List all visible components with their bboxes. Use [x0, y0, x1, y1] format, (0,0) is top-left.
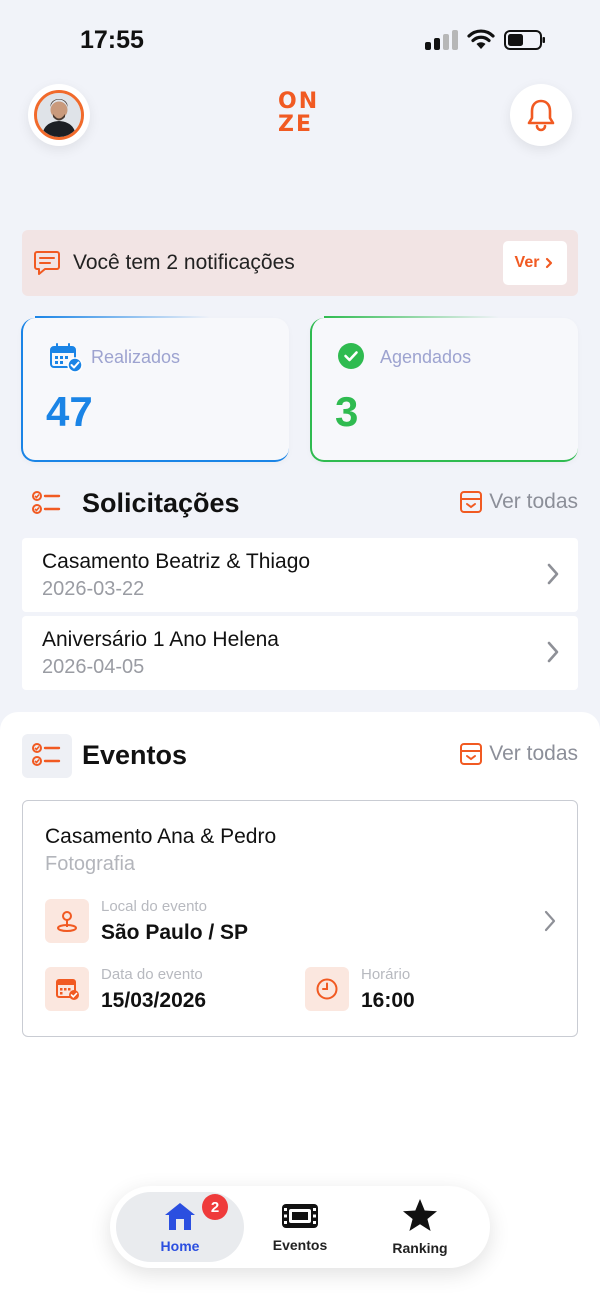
- check-circle-icon: [338, 343, 364, 369]
- event-card[interactable]: Casamento Ana & Pedro Fotografia Local d…: [22, 800, 578, 1037]
- avatar: [34, 90, 84, 140]
- clock-icon: [305, 967, 349, 1011]
- card-accent-line: [324, 316, 499, 318]
- logo-letter: E: [295, 112, 311, 137]
- date-label: Data do evento: [101, 966, 203, 983]
- wifi-icon: [467, 29, 495, 49]
- chevron-right-icon: [546, 257, 553, 269]
- logo-letter: Z: [278, 112, 294, 137]
- nav-label: Eventos: [272, 1237, 328, 1253]
- section-title: Solicitações: [82, 488, 240, 518]
- nav-item-home[interactable]: Home 2: [116, 1192, 244, 1262]
- view-notifications-button[interactable]: Ver: [503, 241, 567, 285]
- location-label: Local do evento: [101, 898, 207, 915]
- checklist-icon: [22, 734, 72, 778]
- bell-icon: [527, 99, 555, 132]
- location-value: São Paulo / SP: [101, 921, 249, 944]
- section-title: Eventos: [82, 740, 188, 770]
- star-icon: [403, 1199, 437, 1231]
- nav-label: Ranking: [392, 1240, 448, 1256]
- view-button-label: Ver: [514, 254, 540, 271]
- chevron-right-icon: [547, 563, 559, 585]
- battery-icon: [504, 30, 545, 50]
- see-all-label: Ver todas: [489, 490, 578, 513]
- app-logo: O N Z E: [278, 89, 324, 137]
- stat-label: Realizados: [91, 347, 181, 367]
- request-date: 2026-03-22: [42, 578, 145, 600]
- chat-icon: [34, 251, 60, 275]
- request-date: 2026-04-05: [42, 656, 145, 678]
- checklist-icon: [22, 482, 72, 526]
- notification-banner: Você tem 2 notificações Ver: [22, 230, 578, 296]
- stat-value: 3: [335, 388, 359, 435]
- stat-label: Agendados: [380, 347, 472, 367]
- notification-text: Você tem 2 notificações: [73, 251, 295, 274]
- home-icon: [165, 1203, 195, 1230]
- list-item[interactable]: Aniversário 1 Ano Helena 2026-04-05: [22, 616, 578, 690]
- avatar-button[interactable]: [28, 84, 90, 146]
- list-item[interactable]: Casamento Beatriz & Thiago 2026-03-22: [22, 538, 578, 612]
- nav-label: Home: [160, 1238, 200, 1254]
- notifications-button[interactable]: [510, 84, 572, 146]
- see-all-events-link[interactable]: Ver todas: [459, 742, 578, 766]
- see-all-label: Ver todas: [489, 742, 578, 765]
- stat-card-scheduled[interactable]: Agendados 3: [310, 316, 578, 462]
- cellular-signal-icon: [425, 30, 459, 50]
- stat-value: 47: [46, 388, 93, 435]
- chevron-right-icon: [547, 641, 559, 663]
- location-pin-icon: [45, 899, 89, 943]
- stat-card-completed[interactable]: Realizados 47: [21, 316, 289, 462]
- inbox-icon: [460, 743, 483, 765]
- ticket-icon: [282, 1204, 318, 1228]
- inbox-icon: [460, 491, 483, 513]
- chevron-right-icon: [544, 910, 556, 932]
- nav-item-events[interactable]: Eventos: [260, 1186, 340, 1268]
- time-value: 16:00: [361, 989, 415, 1012]
- notification-badge: 2: [202, 1194, 228, 1220]
- request-title: Casamento Beatriz & Thiago: [42, 550, 311, 573]
- logo-letter: N: [298, 89, 318, 114]
- time-label: Horário: [361, 966, 411, 983]
- logo-letter: O: [278, 89, 297, 114]
- nav-item-ranking[interactable]: Ranking: [380, 1186, 460, 1268]
- calendar-icon: [45, 967, 89, 1011]
- status-bar: 17:55: [0, 0, 600, 80]
- bottom-navigation: Home 2 Eventos Ranking: [110, 1186, 490, 1268]
- request-title: Aniversário 1 Ano Helena: [42, 628, 279, 651]
- events-section-header: Eventos Ver todas: [22, 734, 578, 778]
- see-all-requests-link[interactable]: Ver todas: [459, 490, 578, 514]
- event-category: Fotografia: [45, 853, 136, 875]
- calendar-check-icon: [50, 343, 83, 373]
- date-value: 15/03/2026: [101, 989, 207, 1012]
- event-title: Casamento Ana & Pedro: [45, 825, 277, 848]
- status-time: 17:55: [80, 26, 144, 54]
- card-accent-line: [35, 316, 210, 318]
- requests-section-header: Solicitações Ver todas: [22, 482, 578, 526]
